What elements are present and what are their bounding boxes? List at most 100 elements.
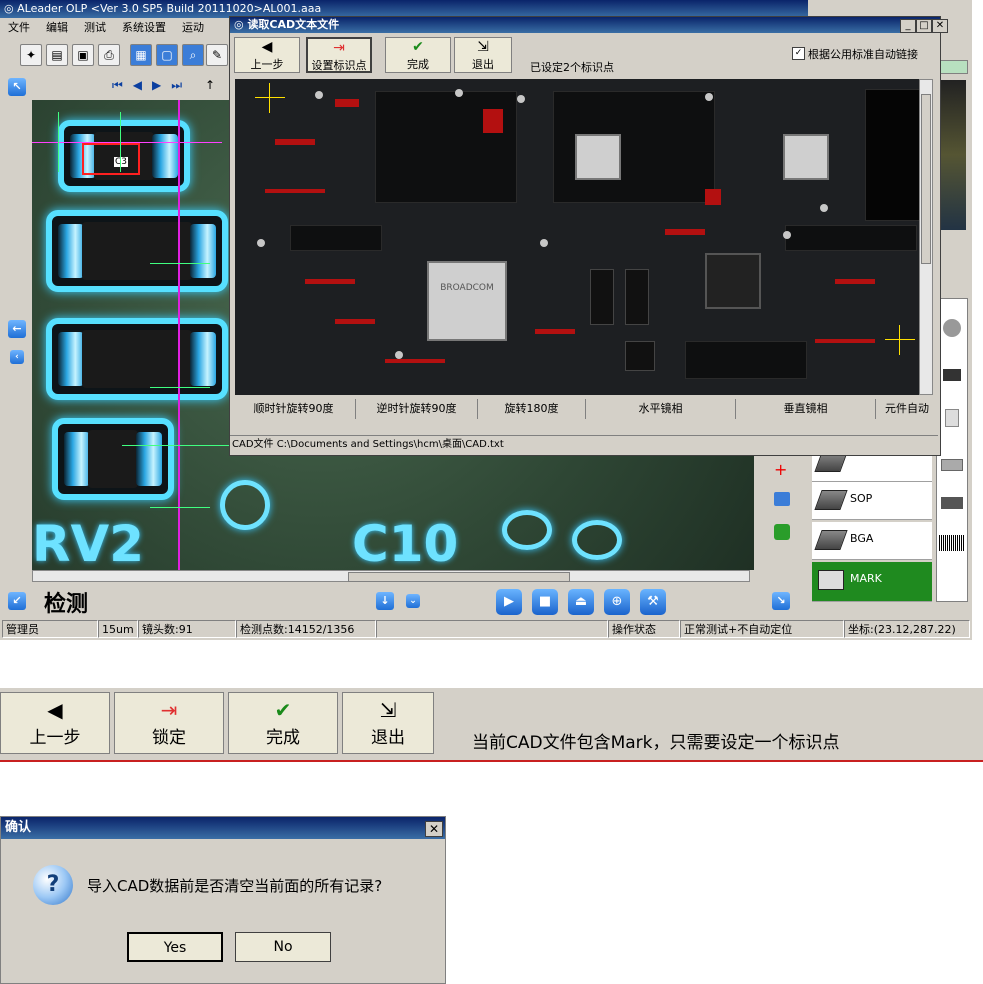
main-title: ALeader OLP <Ver 3.0 SP5 Build 20111020>… xyxy=(17,2,322,15)
flat-package-icon[interactable] xyxy=(941,459,963,471)
pcb-preview[interactable]: BROADCOM xyxy=(235,79,919,395)
cad-minimize-button[interactable]: _ xyxy=(900,19,916,33)
scroll-thumb[interactable] xyxy=(921,94,931,264)
edit-icon[interactable]: ✎ xyxy=(206,44,228,66)
chip-package-icon[interactable] xyxy=(943,369,961,381)
pcb-connector xyxy=(785,225,917,251)
selection-box[interactable]: C3 xyxy=(82,143,140,175)
menu-motion[interactable]: 运动 xyxy=(174,18,212,35)
pad-terminal xyxy=(58,224,84,278)
status-blank xyxy=(376,620,608,638)
small-down-icon[interactable]: ⌄ xyxy=(406,594,420,608)
lock-button[interactable]: ⇥ 锁定 xyxy=(114,692,224,754)
mark-crosshair xyxy=(885,339,915,340)
barcode-icon[interactable] xyxy=(939,535,965,551)
finish-button[interactable]: ✔ 完成 xyxy=(385,37,451,73)
pcb-connector xyxy=(290,225,382,251)
windows-icon[interactable]: ▦ xyxy=(130,44,152,66)
image-icon[interactable] xyxy=(774,524,790,540)
library-item-sop[interactable]: SOP xyxy=(812,482,932,520)
check-icon: ✔ xyxy=(274,698,292,722)
crosshair-icon[interactable]: + xyxy=(774,460,787,479)
bga-icon xyxy=(814,530,848,550)
library-item-label: MARK xyxy=(850,572,882,585)
pcb-vscrollbar[interactable] xyxy=(919,79,933,395)
component-pad xyxy=(52,418,174,500)
finish-button-2[interactable]: ✔ 完成 xyxy=(228,692,338,754)
silkscreen-label: RV2 xyxy=(32,515,144,570)
guide-line xyxy=(150,507,210,508)
pcb-hole xyxy=(783,231,791,239)
wrench-icon[interactable]: ⚒ xyxy=(640,589,666,615)
zoom-icon[interactable]: ⌕ xyxy=(182,44,204,66)
pcb-component xyxy=(385,359,445,363)
rotate-180-button[interactable]: 旋转180度 xyxy=(478,399,586,419)
prev-step-button-2[interactable]: ◀ 上一步 xyxy=(0,692,110,754)
status-lens-count: 镜头数:91 xyxy=(138,620,236,638)
component-pad xyxy=(46,210,228,292)
rotate-cw-button[interactable]: 顺时针旋转90度 xyxy=(232,399,356,419)
yes-button[interactable]: Yes xyxy=(127,932,223,962)
strip-divider xyxy=(0,760,983,762)
exit-button-2[interactable]: ⇲ 退出 xyxy=(342,692,434,754)
eject-icon[interactable]: ⏏ xyxy=(568,589,594,615)
arrow-down-left-icon[interactable]: ↙ xyxy=(8,592,26,610)
frame-nav-controls[interactable]: ⏮◀▶⏭ xyxy=(112,78,192,93)
menu-edit[interactable]: 编辑 xyxy=(38,18,76,35)
mark-crosshair xyxy=(255,97,285,98)
menu-system-settings[interactable]: 系统设置 xyxy=(114,18,174,35)
library-item-label: SOP xyxy=(850,492,873,505)
frame-icon[interactable]: ▢ xyxy=(156,44,178,66)
up-arrow-icon[interactable]: ↑ xyxy=(205,78,215,92)
arrow-left-icon[interactable]: ← xyxy=(8,320,26,338)
play-icon[interactable]: ▶ xyxy=(496,589,522,615)
small-left-icon[interactable]: ‹ xyxy=(10,350,24,364)
mirror-vertical-button[interactable]: 垂直镜相 xyxy=(736,399,876,419)
library-item-mark[interactable]: MARK xyxy=(812,562,932,602)
exit-door-icon: ⇲ xyxy=(379,698,397,722)
stop-icon[interactable]: ■ xyxy=(532,589,558,615)
set-mark-button[interactable]: ⇥ 设置标识点 xyxy=(306,37,372,73)
crosshair-horizontal xyxy=(32,142,222,143)
menu-file[interactable]: 文件 xyxy=(0,18,38,35)
confirm-close-button[interactable]: ✕ xyxy=(425,821,443,837)
rotate-ccw-button[interactable]: 逆时针旋转90度 xyxy=(356,399,478,419)
crosshair-vertical xyxy=(178,100,180,570)
cad-dialog: ◎ 读取CAD文本文件 _ □ ✕ ◀ 上一步 ⇥ 设置标识点 ✔ 完成 ⇲ 退… xyxy=(229,16,948,456)
save-icon[interactable]: ▣ xyxy=(72,44,94,66)
camera-icon[interactable] xyxy=(774,492,790,506)
cad-close-button[interactable]: ✕ xyxy=(932,19,948,33)
new-file-icon[interactable]: ✦ xyxy=(20,44,42,66)
mirror-horizontal-button[interactable]: 水平镜相 xyxy=(586,399,736,419)
prev-step-button[interactable]: ◀ 上一步 xyxy=(234,37,300,73)
pcb-chip xyxy=(783,134,829,180)
scroll-thumb[interactable] xyxy=(348,572,570,582)
pcb-component xyxy=(335,319,375,324)
library-item-bga[interactable]: BGA xyxy=(812,522,932,560)
ic-package-icon[interactable] xyxy=(941,497,963,509)
print-icon[interactable]: ⎙ xyxy=(98,44,120,66)
pad-terminal xyxy=(190,224,216,278)
arrow-down-icon[interactable]: ↓ xyxy=(376,592,394,610)
auto-link-label: 根据公用标准自动链接 xyxy=(808,48,918,61)
arrow-down-right-icon[interactable]: ↘ xyxy=(772,592,790,610)
exit-button[interactable]: ⇲ 退出 xyxy=(454,37,512,73)
arrow-up-left-icon[interactable]: ↖ xyxy=(8,78,26,96)
dialog-logo-icon: ◎ xyxy=(234,18,248,31)
auto-link-checkbox[interactable]: ✓ xyxy=(792,47,805,60)
status-op-label: 操作状态 xyxy=(608,620,680,638)
auto-component-button[interactable]: 元件自动 xyxy=(876,399,938,419)
open-folder-icon[interactable]: ▤ xyxy=(46,44,68,66)
cylinder-package-icon[interactable] xyxy=(945,409,959,427)
no-button[interactable]: No xyxy=(235,932,331,962)
target-icon[interactable]: ⊕ xyxy=(604,589,630,615)
finish-label-2: 完成 xyxy=(266,728,300,748)
status-coordinates: 坐标:(23.12,287.22) xyxy=(844,620,970,638)
exit-door-icon: ⇲ xyxy=(477,39,489,55)
pcb-component xyxy=(305,279,355,284)
pad-terminal xyxy=(58,332,84,386)
menu-test[interactable]: 测试 xyxy=(76,18,114,35)
round-package-icon[interactable] xyxy=(943,319,961,337)
camera-hscrollbar[interactable] xyxy=(32,570,750,582)
cad-maximize-button[interactable]: □ xyxy=(916,19,932,33)
